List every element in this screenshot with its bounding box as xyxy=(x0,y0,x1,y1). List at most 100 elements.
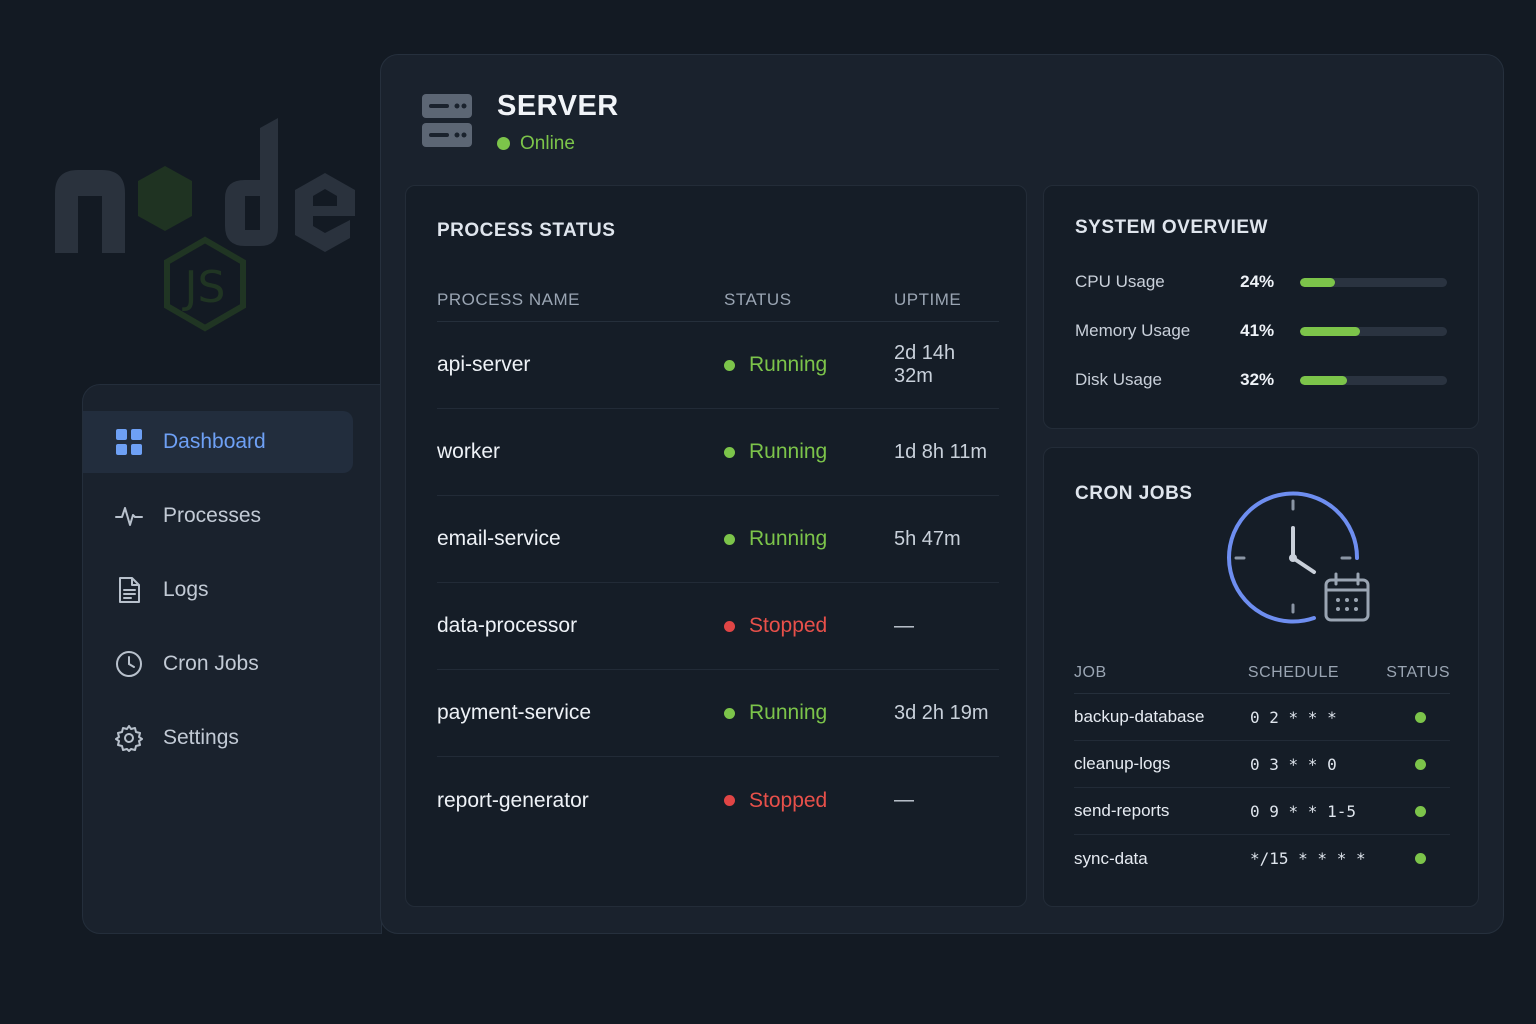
sidebar-item-processes[interactable]: Processes xyxy=(83,485,353,547)
table-row[interactable]: backup-database 0 2 * * * xyxy=(1074,694,1450,741)
status-dot xyxy=(1414,758,1426,770)
process-status: Running xyxy=(724,527,894,551)
status-dot xyxy=(724,795,735,806)
system-overview-title: SYSTEM OVERVIEW xyxy=(1075,217,1268,238)
system-overview-card: SYSTEM OVERVIEW CPU Usage 24% Memory Usa… xyxy=(1043,185,1479,429)
table-row[interactable]: sync-data */15 * * * * xyxy=(1074,835,1450,882)
metric-label: Disk Usage xyxy=(1075,370,1162,389)
svg-text:JS: JS xyxy=(182,262,226,313)
server-status: Online xyxy=(497,133,619,155)
cpu-usage-bar xyxy=(1299,277,1447,287)
server-status-label: Online xyxy=(520,132,575,154)
status-dot xyxy=(1414,711,1426,723)
disk-usage-bar-fill xyxy=(1299,375,1347,385)
process-uptime: 2d 14h 32m xyxy=(894,342,956,387)
table-row[interactable]: api-server Running 2d 14h 32m xyxy=(437,322,999,409)
process-status-label: Running xyxy=(749,701,828,724)
process-table: PROCESS NAME STATUS UPTIME api-server Run… xyxy=(437,278,999,844)
status-dot xyxy=(1414,853,1426,864)
sidebar-item-logs[interactable]: Logs xyxy=(83,559,353,621)
column-header-schedule: SCHEDULE xyxy=(1247,663,1340,681)
table-row[interactable]: payment-service Running 3d 2h 19m xyxy=(437,670,999,757)
metric-disk: Disk Usage 32% xyxy=(1075,370,1447,390)
sidebar-item-dashboard[interactable]: Dashboard xyxy=(83,411,353,473)
process-uptime: 3d 2h 19m xyxy=(894,701,989,724)
process-name: payment-service xyxy=(437,701,592,724)
status-dot xyxy=(724,359,735,371)
metric-value: 24% xyxy=(1240,272,1275,291)
process-status: Stopped xyxy=(724,614,894,638)
metric-value: 41% xyxy=(1240,321,1275,340)
process-status-label: Running xyxy=(749,353,828,376)
process-name: email-service xyxy=(437,527,561,550)
sidebar-item-label: Settings xyxy=(163,726,239,749)
cron-table: JOB SCHEDULE STATUS backup-database 0 2 *… xyxy=(1074,652,1450,882)
metric-cpu: CPU Usage 24% xyxy=(1075,272,1447,292)
cron-job-name: sync-data xyxy=(1074,848,1148,868)
process-status-label: Running xyxy=(749,527,828,550)
column-header-status: STATUS xyxy=(1386,663,1450,681)
metric-value: 32% xyxy=(1240,370,1275,389)
cron-job-schedule: 0 3 * * 0 xyxy=(1250,754,1337,774)
status-dot xyxy=(724,533,735,545)
process-status: Running xyxy=(724,440,894,464)
cron-job-status xyxy=(1390,758,1450,770)
table-row[interactable]: worker Running 1d 8h 11m xyxy=(437,409,999,496)
status-dot xyxy=(1414,805,1426,817)
sidebar-item-label: Processes xyxy=(163,504,262,527)
process-name: worker xyxy=(437,440,501,463)
process-status: Running xyxy=(724,353,894,377)
table-row[interactable]: email-service Running 5h 47m xyxy=(437,496,999,583)
cron-job-status xyxy=(1390,711,1450,723)
disk-usage-bar xyxy=(1299,375,1447,385)
column-header-process-name: PROCESS NAME xyxy=(437,289,580,309)
process-status-label: Stopped xyxy=(749,788,828,812)
metric-label: Memory Usage xyxy=(1075,321,1191,340)
column-header-uptime: UPTIME xyxy=(894,289,962,309)
process-name: data-processor xyxy=(437,614,578,637)
metric-memory: Memory Usage 41% xyxy=(1075,321,1447,341)
cron-job-name: backup-database xyxy=(1074,707,1205,726)
server-title: SERVER xyxy=(497,90,619,122)
table-row[interactable]: cleanup-logs 0 3 * * 0 xyxy=(1074,741,1450,788)
table-row[interactable]: data-processor Stopped — xyxy=(437,583,999,670)
table-row[interactable]: send-reports 0 9 * * 1-5 xyxy=(1074,788,1450,835)
process-table-header: PROCESS NAME STATUS UPTIME xyxy=(437,278,999,322)
cron-jobs-card: CRON JOBS JOB SCHEDULE STATUS backup-dat… xyxy=(1043,447,1479,907)
status-dot xyxy=(724,620,735,632)
table-row[interactable]: report-generator Stopped — xyxy=(437,757,999,844)
activity-pulse-icon xyxy=(115,502,143,530)
cron-job-schedule: 0 2 * * * xyxy=(1250,707,1337,727)
process-status: Running xyxy=(724,701,894,725)
cron-job-name: cleanup-logs xyxy=(1074,754,1171,773)
status-dot xyxy=(724,446,735,458)
sidebar-item-settings[interactable]: Settings xyxy=(83,707,353,769)
metric-label: CPU Usage xyxy=(1075,272,1165,291)
cron-job-schedule: */15 * * * * xyxy=(1250,849,1366,868)
sidebar-item-label: Cron Jobs xyxy=(163,652,259,675)
cron-job-name: send-reports xyxy=(1074,801,1170,820)
main-panel: SERVER Online PROCESS STATUS PROCESS NAM… xyxy=(380,54,1504,934)
gear-icon xyxy=(115,724,143,752)
cron-job-schedule: 0 9 * * 1-5 xyxy=(1250,801,1356,821)
process-status-card: PROCESS STATUS PROCESS NAME STATUS UPTIM… xyxy=(405,185,1027,907)
document-icon xyxy=(115,576,143,604)
sidebar-item-label: Dashboard xyxy=(163,430,266,453)
cpu-usage-bar-fill xyxy=(1299,277,1336,287)
server-icon xyxy=(422,94,472,147)
sidebar-item-label: Logs xyxy=(163,578,209,601)
process-status-label: Running xyxy=(749,440,828,463)
process-uptime: 5h 47m xyxy=(894,527,961,550)
process-status-label: Stopped xyxy=(749,614,828,637)
sidebar: Dashboard Processes Logs Cron Jobs Setti… xyxy=(82,384,382,934)
server-header: SERVER Online xyxy=(421,90,619,155)
column-header-status: STATUS xyxy=(724,289,792,309)
process-uptime: 1d 8h 11m xyxy=(894,440,988,463)
process-uptime: — xyxy=(894,789,914,811)
clock-icon xyxy=(115,650,143,678)
process-name: report-generator xyxy=(437,788,589,812)
sidebar-item-cron-jobs[interactable]: Cron Jobs xyxy=(83,633,353,695)
clock-calendar-icon xyxy=(1227,491,1370,624)
status-dot xyxy=(724,707,735,719)
process-name: api-server xyxy=(437,353,531,376)
